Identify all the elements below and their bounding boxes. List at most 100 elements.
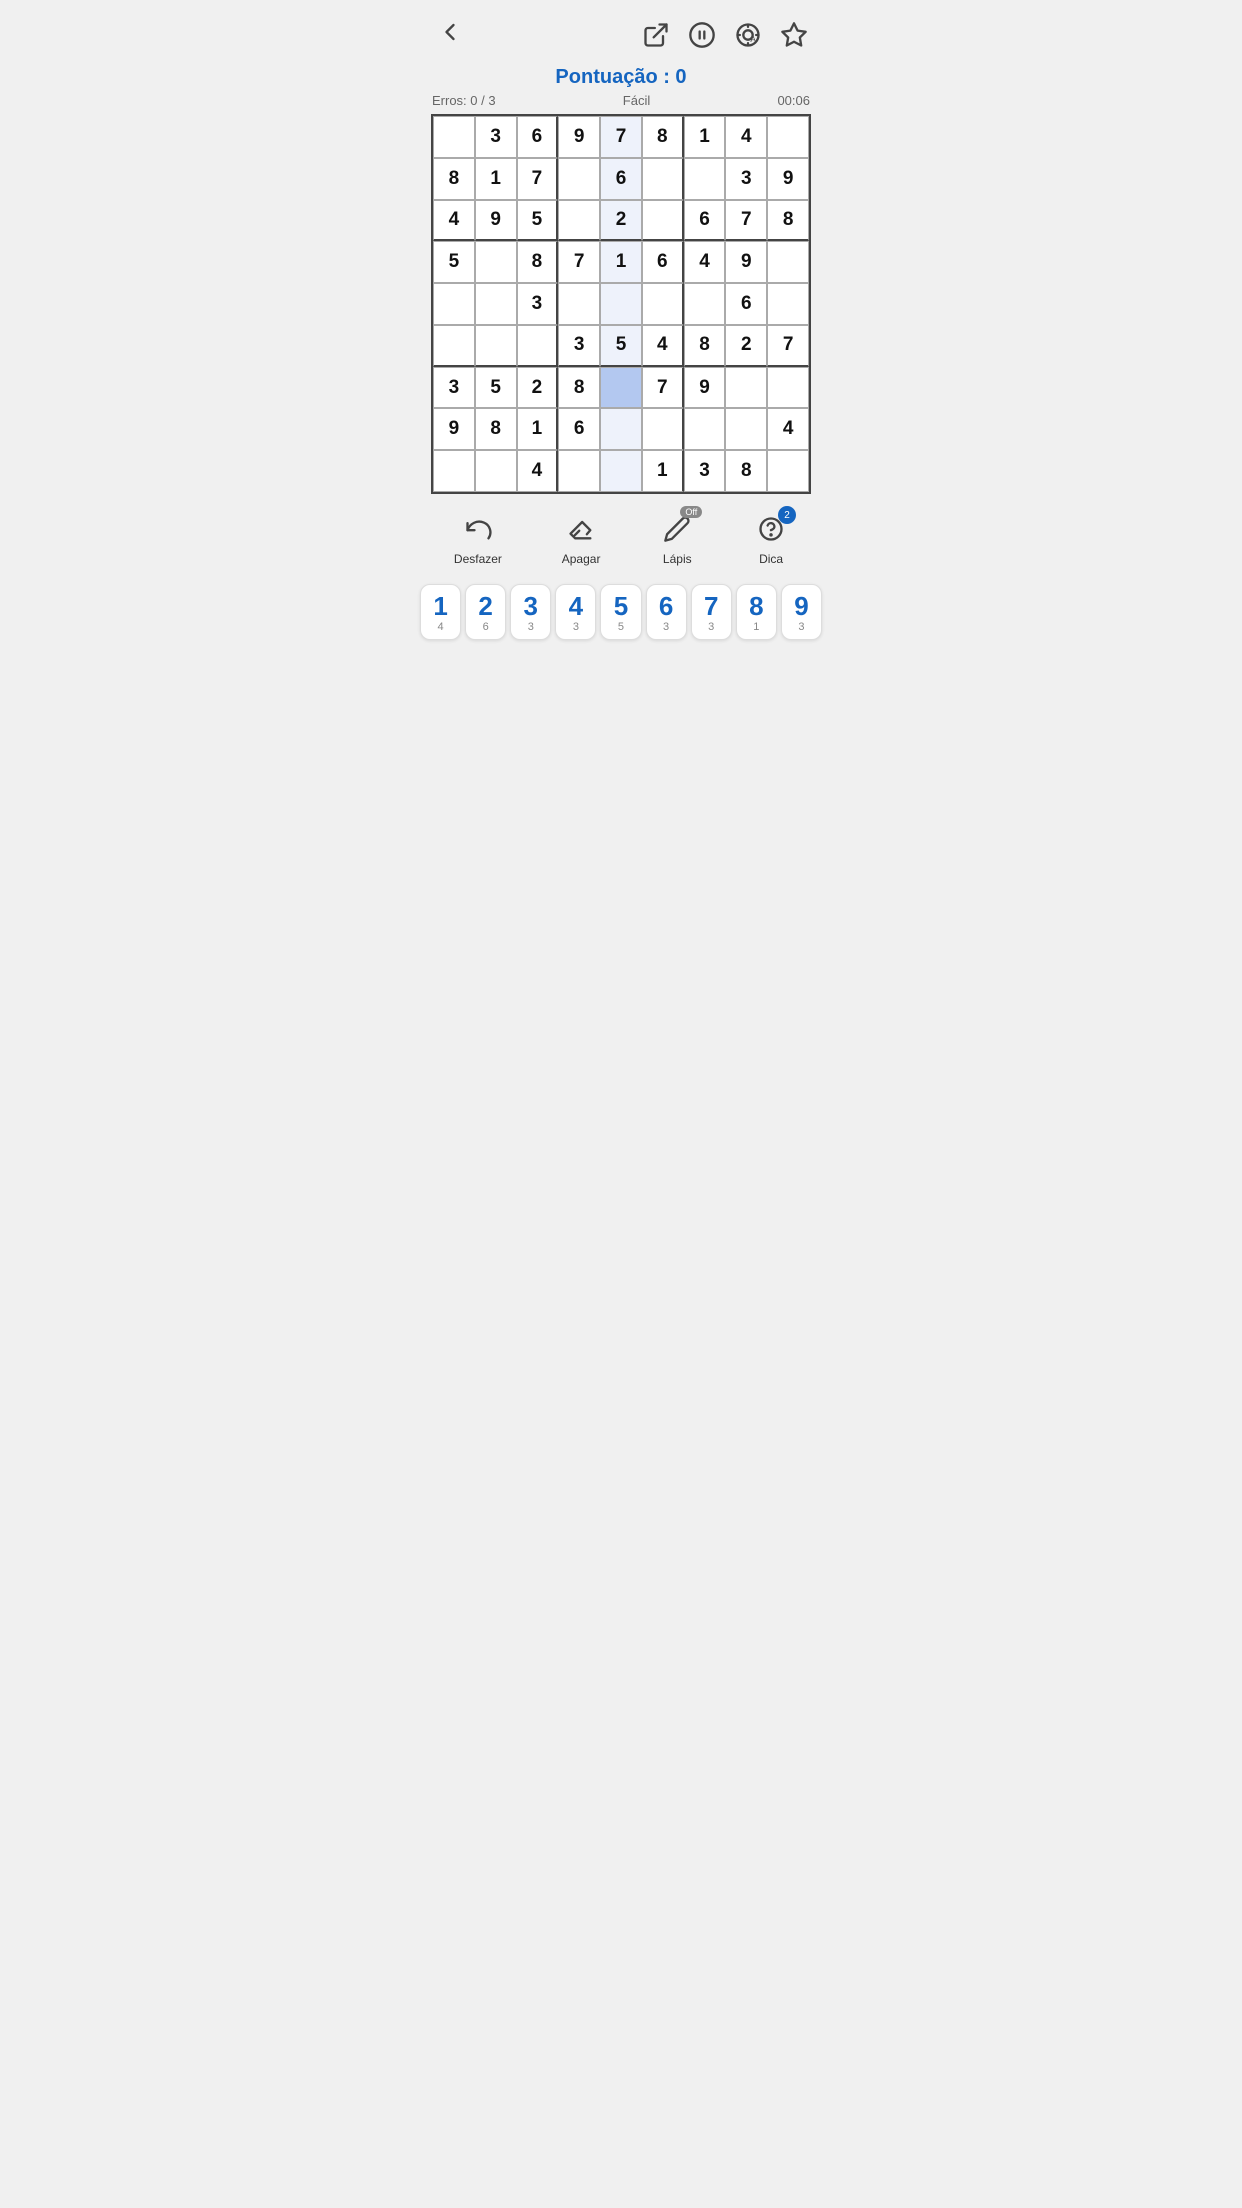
sudoku-cell[interactable]: 2 <box>725 325 767 367</box>
sudoku-cell[interactable] <box>767 283 809 325</box>
undo-button[interactable]: Desfazer <box>454 512 502 566</box>
sudoku-cell[interactable] <box>558 200 600 242</box>
pencil-button[interactable]: Off Lápis <box>660 512 694 566</box>
sudoku-cell[interactable]: 3 <box>558 325 600 367</box>
sudoku-cell[interactable]: 1 <box>600 241 642 283</box>
sudoku-cell[interactable]: 4 <box>767 408 809 450</box>
sudoku-cell[interactable] <box>600 283 642 325</box>
sudoku-cell[interactable]: 6 <box>517 116 559 158</box>
sudoku-cell[interactable] <box>767 241 809 283</box>
sudoku-cell[interactable]: 6 <box>558 408 600 450</box>
num-button-5[interactable]: 55 <box>600 584 641 640</box>
sudoku-cell[interactable]: 8 <box>433 158 475 200</box>
sudoku-cell[interactable]: 7 <box>642 367 684 409</box>
sudoku-cell[interactable]: 8 <box>517 241 559 283</box>
sudoku-cell[interactable] <box>558 158 600 200</box>
sudoku-cell[interactable]: 4 <box>642 325 684 367</box>
sudoku-cell[interactable]: 2 <box>600 200 642 242</box>
sudoku-cell[interactable]: 5 <box>433 241 475 283</box>
sudoku-cell[interactable]: 5 <box>475 367 517 409</box>
sudoku-cell[interactable]: 8 <box>684 325 726 367</box>
sudoku-cell[interactable] <box>684 408 726 450</box>
sudoku-cell[interactable] <box>684 158 726 200</box>
sudoku-cell[interactable] <box>558 450 600 492</box>
sudoku-cell[interactable] <box>725 367 767 409</box>
sudoku-cell[interactable] <box>767 116 809 158</box>
sudoku-cell[interactable]: 3 <box>725 158 767 200</box>
sudoku-cell[interactable] <box>475 241 517 283</box>
num-button-2[interactable]: 26 <box>465 584 506 640</box>
sudoku-cell[interactable]: 3 <box>433 367 475 409</box>
sudoku-cell[interactable]: 7 <box>600 116 642 158</box>
sudoku-cell[interactable] <box>725 408 767 450</box>
sudoku-cell[interactable] <box>517 325 559 367</box>
settings-icon[interactable] <box>778 19 810 51</box>
sudoku-cell[interactable] <box>684 283 726 325</box>
sudoku-cell[interactable] <box>642 283 684 325</box>
sudoku-cell[interactable]: 1 <box>517 408 559 450</box>
sudoku-cell[interactable] <box>433 325 475 367</box>
num-button-9[interactable]: 93 <box>781 584 822 640</box>
sudoku-cell[interactable] <box>475 450 517 492</box>
sudoku-cell[interactable]: 3 <box>517 283 559 325</box>
sudoku-cell[interactable]: 9 <box>475 200 517 242</box>
sudoku-cell[interactable]: 5 <box>600 325 642 367</box>
sudoku-cell[interactable]: 9 <box>684 367 726 409</box>
num-button-3[interactable]: 33 <box>510 584 551 640</box>
sudoku-cell[interactable] <box>642 408 684 450</box>
sudoku-cell[interactable] <box>600 450 642 492</box>
sudoku-cell[interactable] <box>600 367 642 409</box>
sudoku-cell[interactable]: 8 <box>642 116 684 158</box>
sudoku-cell[interactable] <box>642 200 684 242</box>
theme-icon[interactable]: A <box>732 19 764 51</box>
sudoku-cell[interactable] <box>433 116 475 158</box>
sudoku-cell[interactable]: 4 <box>725 116 767 158</box>
sudoku-cell[interactable]: 9 <box>433 408 475 450</box>
sudoku-cell[interactable]: 6 <box>600 158 642 200</box>
sudoku-cell[interactable]: 3 <box>684 450 726 492</box>
sudoku-cell[interactable]: 6 <box>725 283 767 325</box>
sudoku-cell[interactable] <box>433 450 475 492</box>
num-button-7[interactable]: 73 <box>691 584 732 640</box>
num-button-8[interactable]: 81 <box>736 584 777 640</box>
pause-icon[interactable] <box>686 19 718 51</box>
sudoku-cell[interactable]: 7 <box>558 241 600 283</box>
num-button-1[interactable]: 14 <box>420 584 461 640</box>
sudoku-cell[interactable]: 1 <box>475 158 517 200</box>
sudoku-cell[interactable]: 8 <box>725 450 767 492</box>
sudoku-cell[interactable] <box>475 325 517 367</box>
sudoku-cell[interactable]: 5 <box>517 200 559 242</box>
sudoku-cell[interactable] <box>642 158 684 200</box>
sudoku-cell[interactable] <box>475 283 517 325</box>
sudoku-cell[interactable]: 4 <box>517 450 559 492</box>
sudoku-cell[interactable]: 8 <box>767 200 809 242</box>
sudoku-cell[interactable]: 7 <box>725 200 767 242</box>
sudoku-cell[interactable] <box>767 367 809 409</box>
sudoku-cell[interactable]: 4 <box>684 241 726 283</box>
sudoku-cell[interactable]: 9 <box>558 116 600 158</box>
sudoku-cell[interactable]: 8 <box>558 367 600 409</box>
hint-button[interactable]: 2 Dica <box>754 512 788 566</box>
sudoku-cell[interactable]: 9 <box>767 158 809 200</box>
erase-button[interactable]: Apagar <box>562 512 601 566</box>
sudoku-grid[interactable]: 3697814817639495267858716493635482735287… <box>431 114 811 494</box>
sudoku-cell[interactable] <box>600 408 642 450</box>
sudoku-cell[interactable]: 1 <box>684 116 726 158</box>
sudoku-cell[interactable]: 8 <box>475 408 517 450</box>
share-icon[interactable] <box>640 19 672 51</box>
sudoku-cell[interactable]: 1 <box>642 450 684 492</box>
sudoku-cell[interactable]: 7 <box>517 158 559 200</box>
sudoku-cell[interactable]: 3 <box>475 116 517 158</box>
sudoku-cell[interactable]: 6 <box>684 200 726 242</box>
sudoku-cell[interactable] <box>558 283 600 325</box>
sudoku-cell[interactable] <box>767 450 809 492</box>
sudoku-cell[interactable] <box>433 283 475 325</box>
sudoku-cell[interactable]: 9 <box>725 241 767 283</box>
num-button-4[interactable]: 43 <box>555 584 596 640</box>
sudoku-cell[interactable]: 4 <box>433 200 475 242</box>
sudoku-cell[interactable]: 6 <box>642 241 684 283</box>
num-button-6[interactable]: 63 <box>646 584 687 640</box>
back-button[interactable] <box>432 14 468 56</box>
sudoku-cell[interactable]: 7 <box>767 325 809 367</box>
sudoku-cell[interactable]: 2 <box>517 367 559 409</box>
